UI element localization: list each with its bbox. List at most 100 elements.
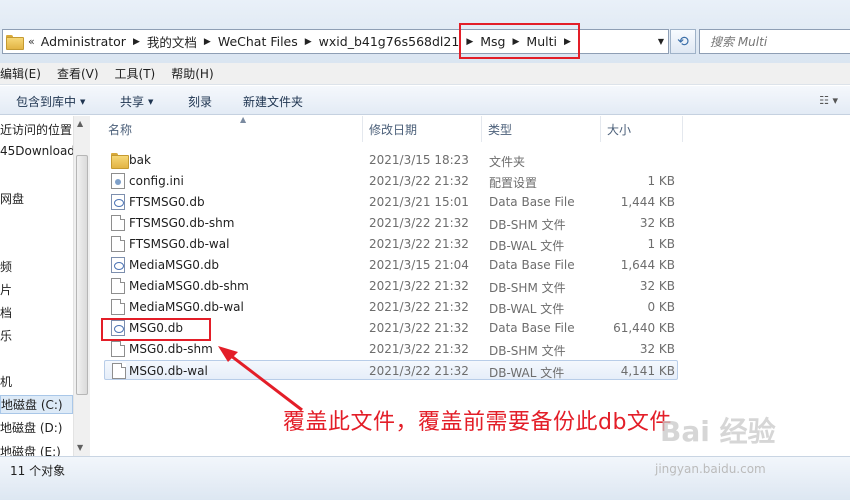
file-row-selected[interactable]: MSG0.db-wal 2021/3/22 21:32 DB-WAL 文件 4,… <box>104 360 678 380</box>
document-icon <box>111 215 125 231</box>
file-size: 32 KB <box>639 279 675 293</box>
file-date: 2021/3/15 21:04 <box>369 258 469 272</box>
chevron-down-icon: ▼ <box>148 98 154 106</box>
file-name: FTSMSG0.db-shm <box>129 216 235 230</box>
file-name: MSG0.db-wal <box>129 364 208 378</box>
file-size: 1 KB <box>647 174 675 188</box>
navigation-scrollbar[interactable]: ▲ ▼ <box>73 116 90 456</box>
file-size: 32 KB <box>639 216 675 230</box>
refresh-icon: ⟲ <box>677 33 689 50</box>
include-in-library-button[interactable]: 包含到库中 ▼ <box>16 93 85 110</box>
share-label: 共享 <box>120 95 145 109</box>
annotation-highlight-breadcrumb <box>459 23 580 59</box>
nav-item-pictures[interactable]: 片 <box>0 281 12 298</box>
breadcrumb-overflow-chevron[interactable]: « <box>28 35 35 48</box>
file-type: DB-WAL 文件 <box>489 239 565 253</box>
file-row[interactable]: MSG0.db-shm 2021/3/22 21:32 DB-SHM 文件 32… <box>104 339 678 359</box>
nav-item-drive-d[interactable]: 地磁盘 (D:) <box>0 419 62 436</box>
column-header-type[interactable]: 类型 <box>482 116 601 142</box>
column-header-size[interactable]: 大小 <box>601 116 683 142</box>
file-name: config.ini <box>129 174 184 188</box>
file-type: Data Base File <box>489 195 575 209</box>
db-file-icon <box>111 194 125 210</box>
new-folder-button[interactable]: 新建文件夹 <box>243 93 303 110</box>
breadcrumb-separator-icon[interactable]: ▶ <box>204 37 211 47</box>
file-type: DB-WAL 文件 <box>489 302 565 316</box>
refresh-button[interactable]: ⟲ <box>670 29 696 54</box>
burn-button[interactable]: 刻录 <box>188 93 212 110</box>
db-file-icon <box>111 257 125 273</box>
file-date: 2021/3/22 21:32 <box>369 279 469 293</box>
file-row[interactable]: FTSMSG0.db 2021/3/21 15:01 Data Base Fil… <box>104 192 678 212</box>
file-row[interactable]: MediaMSG0.db-wal 2021/3/22 21:32 DB-WAL … <box>104 297 678 317</box>
scroll-down-icon[interactable]: ▼ <box>77 443 83 452</box>
file-date: 2021/3/22 21:32 <box>369 174 469 188</box>
nav-item-documents[interactable]: 档 <box>0 304 12 321</box>
address-bar-row: « Administrator ▶ 我的文档 ▶ WeChat Files ▶ … <box>0 0 850 63</box>
file-date: 2021/3/22 21:32 <box>369 342 469 356</box>
breadcrumb-separator-icon[interactable]: ▶ <box>133 37 140 47</box>
file-size: 4,141 KB <box>620 364 675 378</box>
nav-item-recent-places[interactable]: 近访问的位置 <box>0 121 72 138</box>
address-dropdown-icon[interactable]: ▼ <box>658 37 664 46</box>
nav-item-computer[interactable]: 机 <box>0 373 12 390</box>
breadcrumb-administrator[interactable]: Administrator <box>41 34 126 49</box>
breadcrumb-wxid[interactable]: wxid_b41g76s568dl21 <box>319 34 460 49</box>
file-row[interactable]: FTSMSG0.db-shm 2021/3/22 21:32 DB-SHM 文件… <box>104 213 678 233</box>
annotation-text: 覆盖此文件，覆盖前需要备份此db文件 <box>283 410 672 435</box>
scroll-up-icon[interactable]: ▲ <box>77 119 83 128</box>
file-name: MediaMSG0.db-shm <box>129 279 249 293</box>
menu-help[interactable]: 帮助(H) <box>171 65 213 82</box>
search-box[interactable] <box>699 29 850 54</box>
column-header-name[interactable]: 名称 ▲ <box>102 115 363 142</box>
document-icon <box>111 299 125 315</box>
file-row[interactable]: MediaMSG0.db-shm 2021/3/22 21:32 DB-SHM … <box>104 276 678 296</box>
file-row[interactable]: FTSMSG0.db-wal 2021/3/22 21:32 DB-WAL 文件… <box>104 234 678 254</box>
folder-icon <box>111 153 129 169</box>
file-type: 配置设置 <box>489 176 538 190</box>
chevron-down-icon: ▼ <box>80 98 86 106</box>
folder-icon <box>6 35 24 50</box>
file-date: 2021/3/22 21:32 <box>369 237 469 251</box>
file-date: 2021/3/22 21:32 <box>369 300 469 314</box>
share-button[interactable]: 共享 ▼ <box>120 93 153 110</box>
view-options-icon[interactable]: ☷ ▾ <box>819 94 838 107</box>
file-date: 2021/3/22 21:32 <box>369 321 469 335</box>
file-date: 2021/3/22 21:32 <box>369 364 469 378</box>
column-header-date[interactable]: 修改日期 <box>363 116 482 142</box>
document-icon <box>112 363 126 379</box>
file-type: Data Base File <box>489 258 575 272</box>
breadcrumb-my-documents[interactable]: 我的文档 <box>147 32 197 51</box>
file-row[interactable]: bak 2021/3/15 18:23 文件夹 <box>104 150 678 170</box>
file-type: DB-SHM 文件 <box>489 281 566 295</box>
breadcrumb-separator-icon[interactable]: ▶ <box>305 37 312 47</box>
file-size: 1 KB <box>647 237 675 251</box>
search-input[interactable] <box>710 34 840 49</box>
file-date: 2021/3/21 15:01 <box>369 195 469 209</box>
file-row[interactable]: MediaMSG0.db 2021/3/15 21:04 Data Base F… <box>104 255 678 275</box>
column-header-name-label: 名称 <box>108 122 133 137</box>
nav-item-videos[interactable]: 频 <box>0 258 12 275</box>
file-row[interactable]: config.ini 2021/3/22 21:32 配置设置 1 KB <box>104 171 678 191</box>
file-type: Data Base File <box>489 321 575 335</box>
document-icon <box>111 278 125 294</box>
breadcrumb-wechat-files[interactable]: WeChat Files <box>218 34 298 49</box>
nav-item-music[interactable]: 乐 <box>0 327 12 344</box>
nav-item-downloads[interactable]: 45Downloads <box>0 144 73 158</box>
menu-bar: 编辑(E) 查看(V) 工具(T) 帮助(H) <box>0 63 850 85</box>
file-type: DB-WAL 文件 <box>489 366 565 380</box>
menu-tools[interactable]: 工具(T) <box>115 65 156 82</box>
nav-item-netdisk[interactable]: 网盘 <box>0 190 24 207</box>
nav-item-drive-c[interactable]: 地磁盘 (C:) <box>0 395 73 414</box>
include-in-library-label: 包含到库中 <box>16 95 77 109</box>
navigation-pane: 近访问的位置 45Downloads 网盘 频 片 档 乐 机 地磁盘 (C:)… <box>0 116 73 456</box>
sort-ascending-icon: ▲ <box>240 115 247 124</box>
scrollbar-thumb[interactable] <box>76 155 88 395</box>
file-size: 1,644 KB <box>620 258 675 272</box>
menu-view[interactable]: 查看(V) <box>57 65 99 82</box>
file-size: 1,444 KB <box>620 195 675 209</box>
menu-edit[interactable]: 编辑(E) <box>0 65 41 82</box>
annotation-highlight-file <box>101 318 211 341</box>
file-name: MediaMSG0.db <box>129 258 219 272</box>
nav-item-drive-e[interactable]: 地磁盘 (E:) <box>0 443 61 456</box>
